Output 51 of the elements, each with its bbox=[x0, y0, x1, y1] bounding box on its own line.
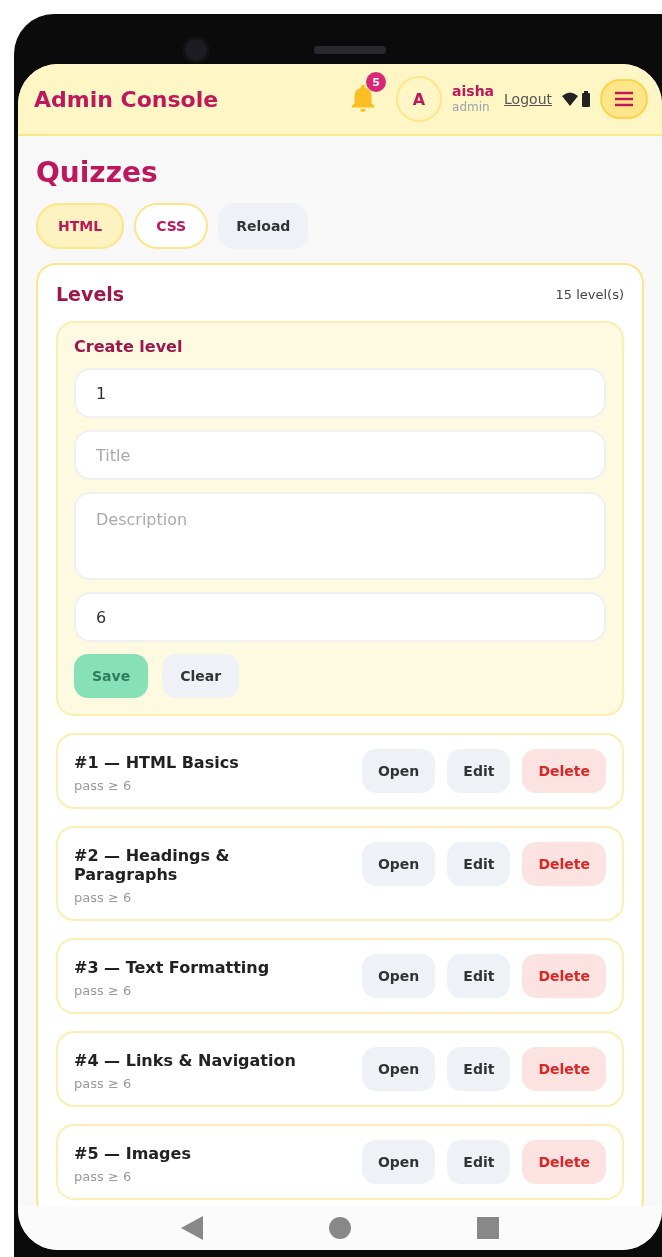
level-title: #2 — Headings & Paragraphs bbox=[74, 846, 231, 884]
pass-score: pass ≥ 6 bbox=[74, 1169, 133, 1184]
action-button[interactable]: Edit bbox=[447, 1140, 511, 1184]
description-field[interactable]: Description bbox=[74, 492, 606, 580]
reload-button[interactable]: Reload bbox=[218, 203, 309, 249]
action-button[interactable]: Edit bbox=[447, 954, 511, 998]
user-role: admin bbox=[452, 100, 491, 116]
form-title: Create level bbox=[74, 337, 184, 356]
delete-button[interactable]: Delete bbox=[522, 1140, 606, 1184]
panel-title: Levels bbox=[56, 283, 125, 305]
home-icon[interactable] bbox=[329, 1217, 351, 1239]
action-button[interactable]: Edit bbox=[447, 1047, 511, 1091]
pass-score: pass ≥ 6 bbox=[74, 778, 133, 793]
input-field[interactable]: 6 bbox=[74, 592, 606, 642]
level-title: #1 — HTML Basics bbox=[74, 753, 240, 772]
battery-icon bbox=[582, 91, 590, 107]
action-button[interactable]: Edit bbox=[447, 842, 511, 886]
app-title: Admin Console bbox=[34, 86, 220, 112]
category-tab[interactable]: HTML bbox=[36, 203, 125, 249]
clear-button[interactable]: Clear bbox=[162, 654, 240, 698]
input-field[interactable]: 1 bbox=[74, 368, 606, 418]
action-button[interactable]: Open bbox=[361, 749, 436, 793]
pass-score: pass ≥ 6 bbox=[74, 983, 133, 998]
delete-button[interactable]: Delete bbox=[522, 842, 606, 886]
input-field[interactable]: Title bbox=[74, 430, 606, 480]
back-icon[interactable] bbox=[181, 1216, 203, 1240]
pass-score: pass ≥ 6 bbox=[74, 890, 133, 905]
level-title: #5 — Images bbox=[74, 1144, 192, 1163]
user-avatar[interactable]: A bbox=[396, 76, 443, 122]
pass-score: pass ≥ 6 bbox=[74, 1076, 133, 1091]
level-count: 15 level(s) bbox=[555, 286, 624, 302]
user-name: aisha bbox=[452, 82, 495, 101]
level-title: #3 — Text Formatting bbox=[74, 958, 271, 977]
menu-button[interactable] bbox=[600, 79, 648, 119]
camera-icon bbox=[182, 36, 210, 64]
notification-badge: 5 bbox=[366, 72, 387, 92]
logout-link[interactable]: Logout bbox=[504, 91, 552, 107]
action-button[interactable]: Open bbox=[361, 842, 436, 886]
action-button[interactable]: Open bbox=[361, 1047, 436, 1091]
action-button[interactable]: Open bbox=[361, 1140, 436, 1184]
delete-button[interactable]: Delete bbox=[522, 1047, 606, 1091]
page-title: Quizzes bbox=[36, 156, 159, 189]
wifi-icon bbox=[562, 92, 578, 106]
category-tab[interactable]: CSS bbox=[134, 203, 209, 249]
level-title: #4 — Links & Navigation bbox=[74, 1051, 297, 1070]
speaker-icon bbox=[314, 46, 386, 54]
menu-icon bbox=[613, 90, 635, 108]
delete-button[interactable]: Delete bbox=[522, 954, 606, 998]
action-button[interactable]: Open bbox=[361, 954, 436, 998]
action-button[interactable]: Edit bbox=[447, 749, 511, 793]
delete-button[interactable]: Delete bbox=[522, 749, 606, 793]
